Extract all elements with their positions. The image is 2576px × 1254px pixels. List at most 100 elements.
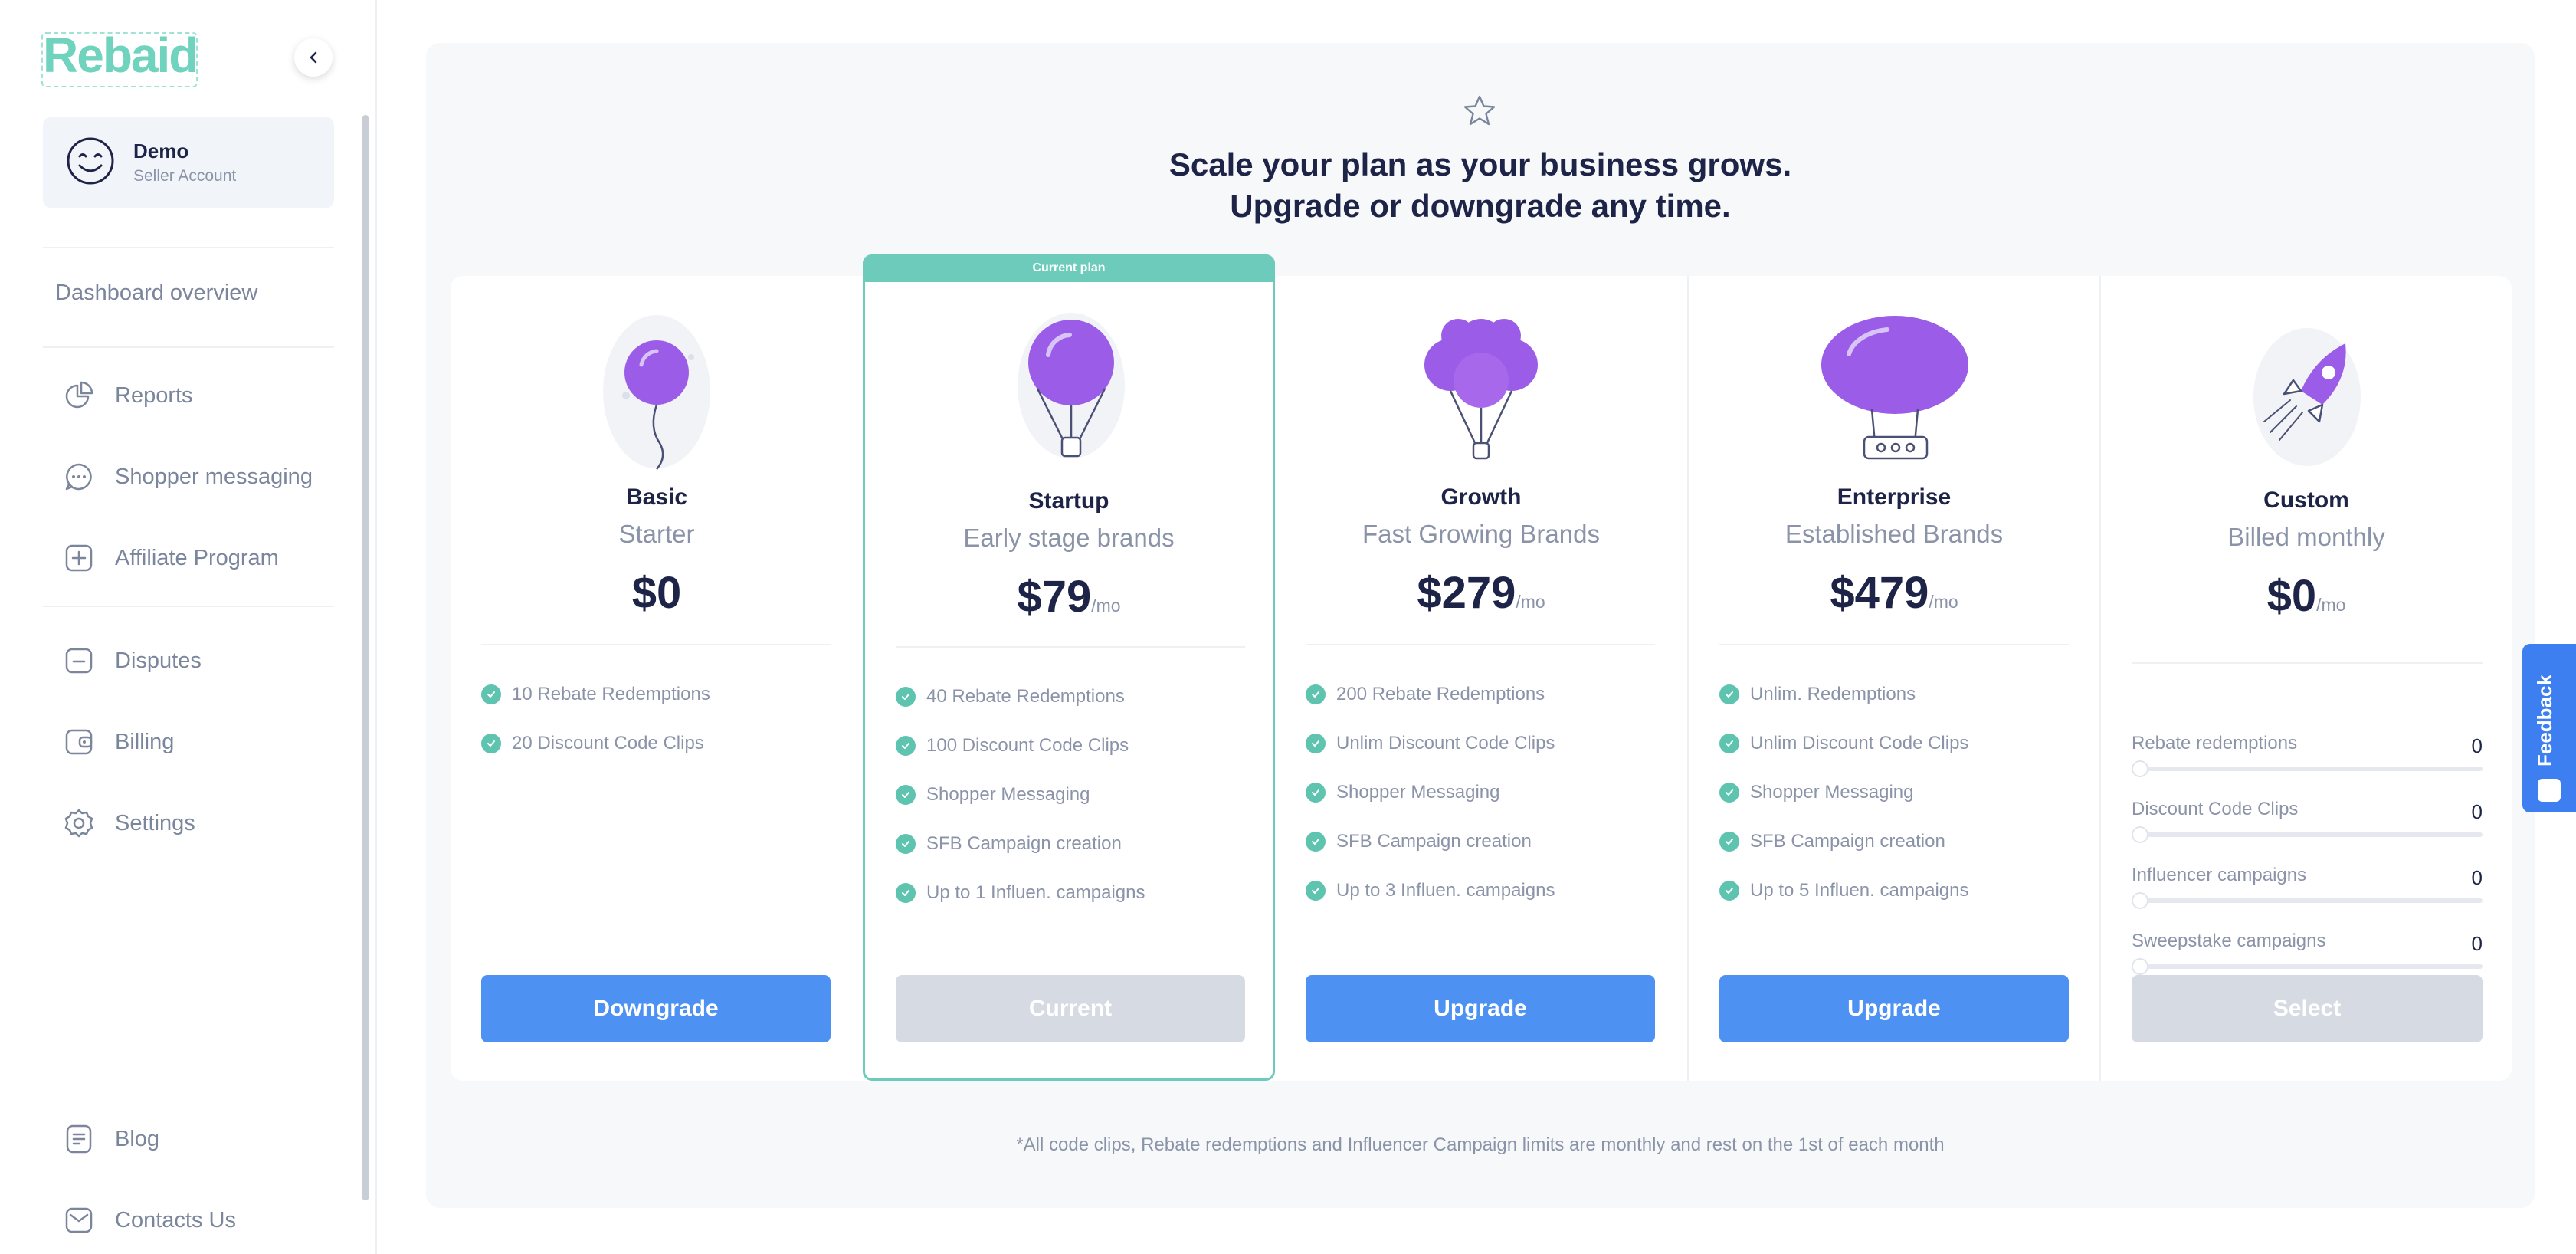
feature-item: Unlim Discount Code Clips — [1719, 719, 2069, 768]
check-icon — [896, 785, 916, 805]
plan-name: Growth — [1440, 484, 1522, 510]
check-icon — [1306, 684, 1326, 704]
sidebar-item-blog[interactable]: Blog — [63, 1116, 159, 1162]
upgrade-enterprise-button[interactable]: Upgrade — [1719, 975, 2069, 1042]
plan-subtitle: Starter — [618, 520, 695, 548]
folder-icon — [65, 648, 93, 674]
slider-track[interactable] — [2132, 964, 2483, 969]
plan-price: $0/mo — [2101, 570, 2512, 622]
feature-item: 40 Rebate Redemptions — [896, 672, 1245, 721]
feature-item: SFB Campaign creation — [1306, 817, 1655, 866]
divider — [43, 606, 334, 607]
slider-track[interactable] — [2132, 898, 2483, 903]
feature-list: 40 Rebate Redemptions 100 Discount Code … — [896, 672, 1245, 918]
check-icon — [1306, 783, 1326, 803]
sidebar-item-label: Blog — [115, 1126, 160, 1151]
plan-card-enterprise: Enterprise Established Brands $479/mo Un… — [1687, 276, 2099, 1081]
account-card[interactable]: Demo Seller Account — [43, 117, 334, 208]
price-amount: $479 — [1830, 568, 1929, 618]
sidebar-item-affiliate-program[interactable]: Affiliate Program — [63, 535, 279, 581]
feature-item: 200 Rebate Redemptions — [1306, 670, 1655, 719]
title-line-1: Scale your plan as your business grows. — [1168, 146, 1792, 182]
feature-text: Up to 3 Influen. campaigns — [1336, 880, 1555, 901]
discount-code-clips-slider[interactable]: Discount Code Clips 0 — [2132, 799, 2483, 865]
slider-thumb[interactable] — [2132, 826, 2148, 843]
slider-value: 0 — [2471, 932, 2483, 955]
sidebar-item-label: Reports — [115, 382, 193, 408]
slider-track[interactable] — [2132, 832, 2483, 837]
check-icon — [481, 734, 501, 753]
feature-text: Unlim Discount Code Clips — [1336, 733, 1555, 753]
slider-value: 0 — [2471, 866, 2483, 889]
feature-item: Up to 5 Influen. campaigns — [1719, 866, 2069, 915]
plan-name: Enterprise — [1837, 484, 1952, 510]
slider-value: 0 — [2471, 734, 2483, 757]
mail-icon — [65, 1207, 93, 1233]
check-icon — [1719, 881, 1739, 901]
divider — [896, 646, 1245, 648]
feature-text: Shopper Messaging — [1336, 782, 1500, 803]
sidebar-item-reports[interactable]: Reports — [63, 373, 193, 419]
check-icon — [896, 883, 916, 903]
sidebar-item-label: Settings — [115, 810, 195, 835]
sidebar-item-dashboard-overview[interactable]: Dashboard overview — [55, 281, 257, 306]
balloon-illustration-icon — [603, 315, 710, 470]
current-plan-button[interactable]: Current — [896, 975, 1245, 1042]
slider-thumb[interactable] — [2132, 892, 2148, 909]
plan-name: Startup — [1028, 488, 1109, 514]
price-amount: $0 — [2266, 571, 2317, 621]
feature-item: Up to 3 Influen. campaigns — [1306, 866, 1655, 915]
plan-card-growth: Growth Fast Growing Brands $279/mo 200 R… — [1275, 276, 1687, 1081]
slider-track[interactable] — [2132, 767, 2483, 771]
plan-card-startup: Current plan Startup Early stage brands … — [863, 254, 1275, 1081]
feedback-label: Feedback — [2533, 675, 2556, 767]
plan-subtitle: Early stage brands — [963, 524, 1175, 552]
slider-label: Discount Code Clips — [2132, 799, 2299, 819]
slider-thumb[interactable] — [2132, 760, 2148, 777]
slider-label: Sweepstake campaigns — [2132, 931, 2326, 951]
sidebar-item-contacts[interactable]: Contacts Us — [63, 1197, 236, 1243]
check-icon — [1306, 881, 1326, 901]
check-icon — [896, 834, 916, 854]
chevron-left-icon — [310, 51, 317, 64]
balloon-cluster-illustration-icon — [1424, 319, 1538, 460]
smiley-avatar-icon — [67, 137, 114, 185]
document-icon — [66, 1124, 92, 1154]
check-icon — [1719, 734, 1739, 753]
divider — [43, 247, 334, 248]
sidebar-item-label: Billing — [115, 729, 175, 754]
price-amount: $279 — [1417, 568, 1516, 618]
sidebar-item-billing[interactable]: Billing — [63, 719, 174, 765]
price-amount: $79 — [1017, 572, 1092, 622]
sidebar-scrollbar[interactable] — [362, 115, 369, 1200]
feedback-tab[interactable]: Feedback — [2522, 644, 2576, 812]
wallet-icon — [65, 729, 93, 755]
sidebar-item-settings[interactable]: Settings — [63, 800, 195, 846]
feature-text: SFB Campaign creation — [926, 833, 1122, 854]
upgrade-growth-button[interactable]: Upgrade — [1306, 975, 1655, 1042]
slider-label: Rebate redemptions — [2132, 733, 2298, 753]
downgrade-button[interactable]: Downgrade — [481, 975, 831, 1042]
slider-thumb[interactable] — [2132, 958, 2148, 975]
rebate-redemptions-slider[interactable]: Rebate redemptions 0 — [2132, 733, 2483, 799]
feature-text: 20 Discount Code Clips — [512, 733, 704, 753]
sidebar-item-shopper-messaging[interactable]: Shopper messaging — [63, 454, 313, 500]
check-icon — [1719, 783, 1739, 803]
brand-logo[interactable]: Rebaid — [43, 31, 198, 80]
check-icon — [896, 687, 916, 707]
divider — [1306, 644, 1655, 645]
plan-price: $279/mo — [1275, 567, 1687, 619]
sidebar-item-label: Contacts Us — [115, 1207, 236, 1233]
influencer-campaigns-slider[interactable]: Influencer campaigns 0 — [2132, 865, 2483, 931]
sidebar: Rebaid Demo Seller Account Dashboard ove… — [0, 0, 377, 1254]
feature-text: 40 Rebate Redemptions — [926, 686, 1125, 707]
select-button[interactable]: Select — [2132, 975, 2483, 1042]
feature-list: 10 Rebate Redemptions 20 Discount Code C… — [481, 670, 831, 768]
price-period: /mo — [1929, 592, 1958, 612]
sidebar-item-disputes[interactable]: Disputes — [63, 638, 202, 684]
collapse-sidebar-button[interactable] — [294, 38, 333, 77]
plan-price: $0 — [451, 567, 863, 619]
plan-card-custom: Custom Billed monthly $0/mo Rebate redem… — [2099, 276, 2512, 1081]
plus-square-icon — [65, 544, 93, 572]
divider — [1719, 644, 2069, 645]
